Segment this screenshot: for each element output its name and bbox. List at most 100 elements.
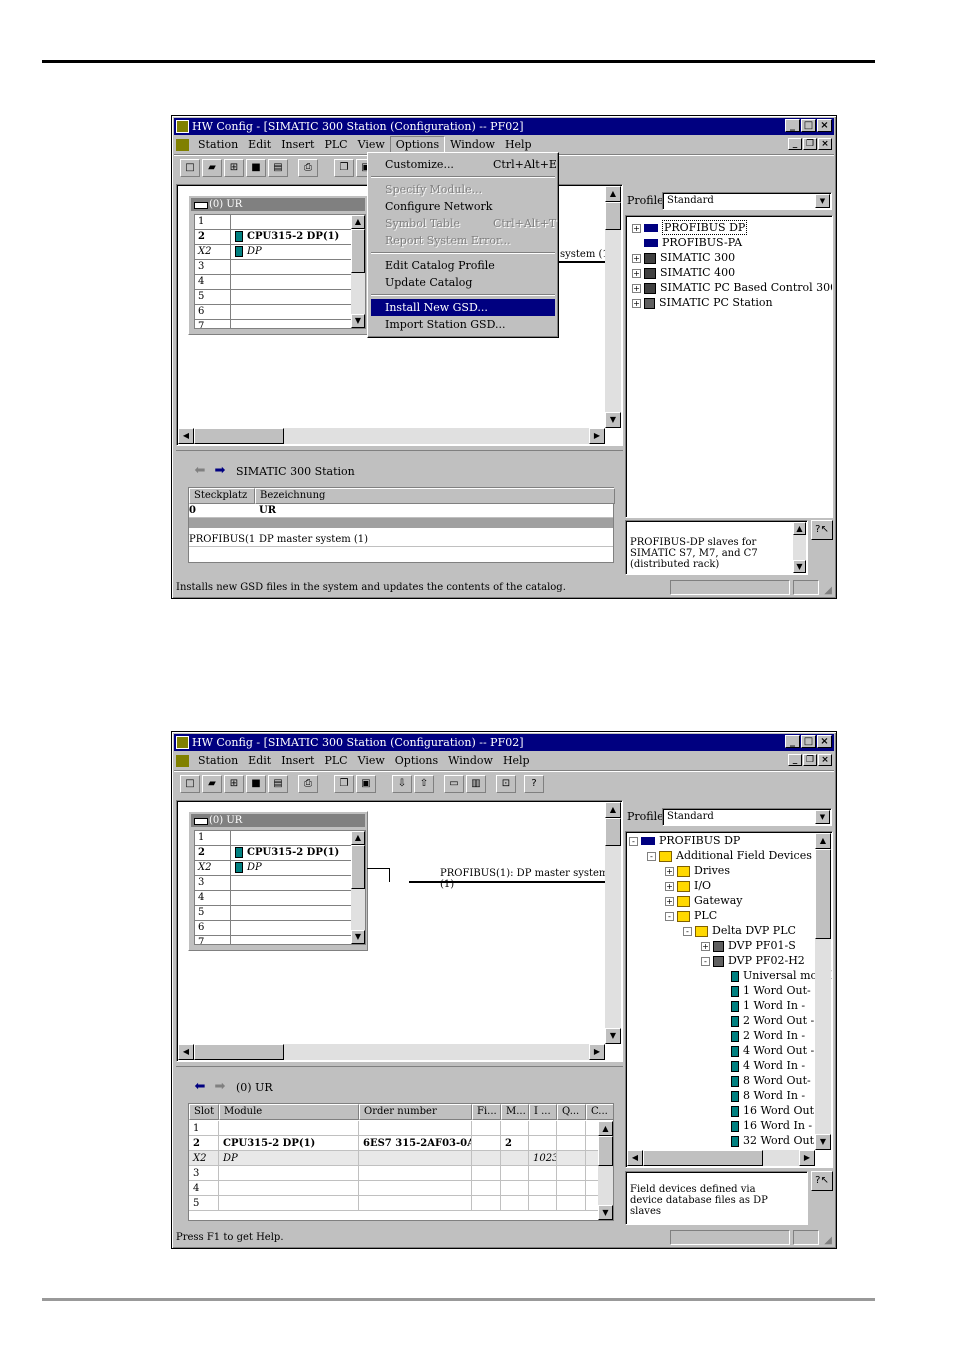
scroll-left-arrow-icon[interactable]: ◀ [178,1044,194,1060]
new-icon[interactable]: □ [180,775,200,793]
resize-grip-icon[interactable]: ◢ [824,582,832,599]
description-vscroll[interactable]: ▲ ▼ [793,522,806,573]
scroll-thumb[interactable] [605,818,621,846]
diagnostics-icon[interactable]: ⊡ [496,775,516,793]
scroll-left-arrow-icon[interactable]: ◀ [627,1150,643,1166]
print-icon[interactable]: ⎙ [298,775,318,793]
hscroll-thumb[interactable] [194,1044,284,1060]
catalog-item[interactable]: - PLC [665,908,717,923]
scroll-thumb[interactable] [598,1136,613,1166]
table-row[interactable]: 5 [189,1196,599,1211]
column-header[interactable]: Module [219,1104,359,1120]
maximize-button[interactable]: □ [801,735,816,748]
expand-toggle-icon[interactable]: - [629,836,638,846]
doc-icon[interactable] [176,755,189,767]
chevron-down-icon[interactable]: ▼ [815,194,830,208]
scroll-up-arrow-icon[interactable]: ▲ [793,522,806,535]
expand-toggle-icon[interactable]: + [632,298,641,308]
menu-item[interactable]: Edit Catalog Profile [371,257,555,274]
open-icon[interactable]: ▰ [202,159,222,177]
expand-toggle-icon[interactable]: - [665,911,674,921]
table-row[interactable]: 3 [189,1166,599,1181]
station-hscroll[interactable]: ◀ ▶ [178,428,605,444]
scroll-down-arrow-icon[interactable]: ▼ [351,314,365,328]
compile-icon[interactable]: ▤ [268,775,288,793]
scroll-right-arrow-icon[interactable]: ▶ [589,428,605,444]
menu-item[interactable]: Customize... Ctrl+Alt+E [371,156,557,173]
catalog-item[interactable]: PROFIBUS-PA [632,235,742,250]
scroll-up-arrow-icon[interactable]: ▲ [815,833,831,849]
catalog-view-icon[interactable]: ▥ [466,775,486,793]
catalog-item[interactable]: 2 Word Out - [719,1013,814,1028]
column-header[interactable]: Q... [557,1104,586,1120]
catalog-item[interactable]: 16 Word Out - [719,1103,821,1118]
expand-toggle-icon[interactable]: + [632,283,641,293]
hscroll-thumb[interactable] [643,1150,763,1166]
rack-slot-row[interactable]: X2 DP [195,245,365,260]
menu-station[interactable]: Station [193,752,243,769]
expand-toggle-icon[interactable]: - [647,851,656,861]
catalog-item[interactable]: - Delta DVP PLC [683,923,796,938]
table-row[interactable]: 2 CPU315-2 DP(1) 6ES7 315-2AF03-0AE 2 [189,1136,599,1151]
menu-item[interactable]: Symbol Table Ctrl+Alt+T [371,215,556,232]
scroll-up-arrow-icon[interactable]: ▲ [605,186,621,202]
mdi-minimize-button[interactable]: _ [788,138,802,150]
menu-item[interactable]: Configure Network [371,198,555,215]
rack-slot-row[interactable]: 3 [195,876,365,891]
rack-window[interactable]: (0) UR 1 2 CPU315-2 DP(1) X2 DP 3 4 5 6 7 ▲ ▼ [188,811,368,951]
scroll-thumb[interactable] [351,845,365,889]
detail-vscroll[interactable]: ▲ ▼ [598,1121,613,1220]
minimize-button[interactable]: _ [785,735,800,748]
back-arrow-icon[interactable]: ⬅ [190,463,210,479]
menu-station[interactable]: Station [193,136,243,153]
menu-help[interactable]: Help [498,752,535,769]
network-icon[interactable]: ⊞ [224,159,244,177]
rack-slot-row[interactable]: 4 [195,275,365,290]
expand-toggle-icon[interactable]: - [701,956,710,966]
catalog-item[interactable]: + Drives [665,863,730,878]
dp-master-label[interactable]: PROFIBUS(1): DP master system (1) [440,868,622,890]
table-row[interactable]: X2DP 1023* [189,1151,599,1166]
rack-slot-row[interactable]: 7 [195,320,365,328]
catalog-item[interactable]: + DVP PF01-S [701,938,796,953]
profile-select[interactable]: Standard ▼ [662,192,832,210]
expand-toggle-icon[interactable]: + [632,253,641,263]
copy-icon[interactable]: ❐ [334,159,354,177]
menu-insert[interactable]: Insert [276,752,319,769]
scroll-thumb[interactable] [605,202,621,230]
catalog-item[interactable]: 1 Word In - [719,998,805,1013]
rack-slot-row[interactable]: 5 [195,906,365,921]
scroll-down-arrow-icon[interactable]: ▼ [351,930,365,944]
catalog-item[interactable]: 4 Word Out - [719,1043,814,1058]
scroll-up-arrow-icon[interactable]: ▲ [598,1121,613,1136]
catalog-item[interactable]: 4 Word In - [719,1058,805,1073]
catalog-vscroll[interactable]: ▲ ▼ [815,833,831,1150]
column-header[interactable]: C... [586,1104,613,1120]
catalog-item[interactable]: - Additional Field Devices [647,848,812,863]
mdi-minimize-button[interactable]: _ [788,754,802,766]
forward-arrow-icon[interactable]: ➡ [210,1079,230,1095]
help-arrow-icon[interactable]: ?↖ [811,1171,833,1191]
upload-icon[interactable]: ⇧ [414,775,434,793]
scroll-up-arrow-icon[interactable]: ▲ [605,802,621,818]
help-arrow-icon[interactable]: ?↖ [811,520,833,540]
scroll-up-arrow-icon[interactable]: ▲ [351,215,365,229]
menu-window[interactable]: Window [443,752,498,769]
menu-view[interactable]: View [353,752,390,769]
expand-toggle-icon[interactable]: + [665,896,674,906]
mdi-close-button[interactable]: × [818,138,832,150]
scroll-down-arrow-icon[interactable]: ▼ [598,1205,613,1220]
compile-icon[interactable]: ▤ [268,159,288,177]
expand-toggle-icon[interactable]: + [701,941,710,951]
catalog-hscroll[interactable]: ◀ ▶ [627,1150,815,1166]
download-icon[interactable]: ⇩ [392,775,412,793]
scroll-thumb[interactable] [815,849,831,939]
column-header[interactable]: I ... [529,1104,557,1120]
catalog-item[interactable]: - PROFIBUS DP [629,833,740,848]
menu-view[interactable]: View [353,136,390,153]
catalog-item[interactable]: + Gateway [665,893,742,908]
rack-slot-row[interactable]: 1 [195,215,365,230]
mdi-restore-button[interactable]: ❐ [803,754,817,766]
expand-toggle-icon[interactable]: + [665,866,674,876]
network-icon[interactable]: ⊞ [224,775,244,793]
